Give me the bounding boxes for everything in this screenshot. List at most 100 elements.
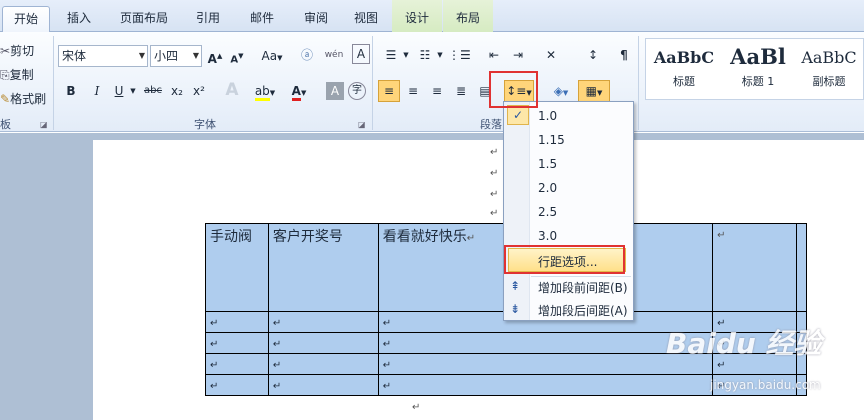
font-name-combo[interactable]: 宋体 ▼ [58, 45, 148, 67]
tab-insert[interactable]: 插入 [56, 6, 102, 32]
multilevel-list-icon[interactable]: ⋮☰ [448, 44, 471, 66]
space-before-icon: ⇞ [510, 279, 521, 293]
group-separator [53, 36, 54, 130]
table-cell[interactable]: ↵ [267, 374, 379, 396]
menu-item-spacing-1-0[interactable]: 1.0 [538, 109, 557, 123]
style-heading-1[interactable]: AaBl 标题 1 [722, 40, 794, 98]
char-shading-button[interactable]: A [326, 82, 344, 100]
style-title[interactable]: AaBbC 标题 [648, 40, 720, 98]
table-cell[interactable]: ↵ [267, 332, 379, 354]
increase-indent-icon[interactable]: ⇥ [508, 44, 528, 66]
align-left-icon[interactable]: ≡ [378, 80, 400, 102]
style-name: 标题 [673, 75, 695, 88]
chevron-down-icon[interactable]: ▼ [436, 44, 444, 66]
change-case-icon: Aa [261, 49, 278, 63]
chevron-down-icon[interactable]: ▼ [402, 44, 410, 66]
paragraph-mark: ↵ [210, 381, 219, 392]
font-size-combo[interactable]: 小四 ▼ [150, 45, 202, 67]
menu-item-spacing-2-5[interactable]: 2.5 [538, 205, 557, 219]
text-effects-icon[interactable]: A [222, 79, 242, 101]
bullets-icon[interactable]: ☰ [380, 44, 402, 66]
decrease-indent-icon[interactable]: ⇤ [484, 44, 504, 66]
chevron-down-icon[interactable]: ▼ [128, 80, 138, 102]
paragraph-mark: ↵ [490, 147, 499, 158]
sort-icon[interactable]: ↕ [582, 44, 604, 66]
italic-button[interactable]: I [88, 80, 106, 102]
table-cell[interactable]: ↵ [205, 332, 269, 354]
tab-table-design[interactable]: 设计 [392, 0, 442, 32]
highlight-box [504, 245, 625, 274]
font-color-icon: A [291, 84, 301, 101]
tab-mailings[interactable]: 邮件 [240, 6, 284, 32]
menu-item-add-space-after[interactable]: 增加段后间距(A) [538, 302, 628, 319]
menu-item-spacing-1-5[interactable]: 1.5 [538, 157, 557, 171]
shrink-font-icon: A [230, 54, 239, 66]
table-cell[interactable]: ↵ [205, 374, 269, 396]
font-color-button[interactable]: A▼ [288, 80, 310, 102]
show-marks-icon[interactable]: ¶ [616, 44, 632, 66]
space-after-icon: ⇟ [510, 302, 521, 316]
char-border-icon[interactable]: A [352, 44, 370, 64]
baidu-watermark: Baidu 经验 jingyan.baidu.com [660, 320, 864, 420]
font-size-value: 小四 [154, 49, 179, 63]
superscript-button[interactable]: x² [190, 80, 208, 102]
shrink-font-button[interactable]: A▼ [228, 45, 246, 67]
table-cell[interactable]: ↵ [205, 311, 269, 333]
tab-view[interactable]: 视图 [344, 6, 388, 32]
subscript-button[interactable]: x₂ [168, 80, 186, 102]
table-cell[interactable]: ↵ [267, 353, 379, 375]
font-group-label: 字体 [194, 118, 216, 131]
paragraph-mark: ↵ [210, 318, 219, 329]
watermark-logo: Baidu 经验 [666, 327, 822, 360]
grow-font-button[interactable]: A▲ [206, 45, 224, 67]
font-launcher-icon[interactable]: ◪ [358, 118, 366, 132]
align-center-icon[interactable]: ≡ [402, 80, 424, 102]
cell-text: 手动阀 [210, 229, 252, 245]
copy-button[interactable]: ⎘复制 [0, 66, 34, 83]
paragraph-mark: ↵ [412, 402, 421, 413]
change-case-button[interactable]: Aa▼ [258, 45, 286, 67]
menu-separator [531, 276, 631, 277]
menu-item-spacing-2-0[interactable]: 2.0 [538, 181, 557, 195]
tab-home[interactable]: 开始 [2, 6, 50, 33]
watermark-url: jingyan.baidu.com [710, 378, 821, 392]
clipboard-launcher-icon[interactable]: ◪ [40, 118, 48, 132]
table-cell[interactable]: 手动阀 [205, 223, 269, 312]
line-spacing-menu: ✓ 1.0 1.15 1.5 2.0 2.5 3.0 行距选项... ⇞ 增加段… [503, 101, 634, 321]
menu-item-spacing-3-0[interactable]: 3.0 [538, 229, 557, 243]
cell-text: 看看就好快乐 [382, 229, 467, 245]
group-separator [638, 36, 639, 130]
style-subtitle[interactable]: AaBbC 副标题 [796, 40, 862, 98]
tab-references[interactable]: 引用 [186, 6, 230, 32]
underline-button[interactable]: U [110, 80, 128, 102]
style-name: 副标题 [812, 75, 846, 88]
cut-button[interactable]: ✂剪切 [0, 42, 34, 59]
enclose-chars-button[interactable]: 字 [348, 82, 366, 100]
tab-table-layout[interactable]: 布局 [443, 0, 493, 32]
menu-item-spacing-1-15[interactable]: 1.15 [538, 133, 565, 147]
highlight-button[interactable]: ab▼ [254, 80, 276, 102]
justify-icon[interactable]: ≣ [450, 80, 472, 102]
format-painter-button[interactable]: ✎格式刷 [0, 90, 46, 107]
paragraph-group-label: 段落 [480, 118, 502, 131]
check-icon: ✓ [507, 105, 529, 125]
menu-item-add-space-before[interactable]: 增加段前间距(B) [538, 279, 628, 296]
borders-button[interactable]: ▦▼ [578, 80, 610, 102]
align-right-icon[interactable]: ≡ [426, 80, 448, 102]
numbering-icon[interactable]: ☷ [414, 44, 436, 66]
shading-button[interactable]: ◈▼ [548, 80, 574, 102]
phonetic-guide-icon[interactable]: wén [324, 44, 344, 66]
chevron-down-icon: ▼ [138, 51, 145, 60]
table-cell[interactable]: 客户开奖号 [267, 223, 379, 312]
bold-button[interactable]: B [62, 80, 80, 102]
table-cell[interactable]: ↵ [267, 311, 379, 333]
grow-font-icon: A [207, 52, 217, 66]
table-cell[interactable]: ↵ [205, 353, 269, 375]
strikethrough-button[interactable]: abc [142, 80, 164, 102]
style-preview: AaBbC [801, 48, 857, 67]
tab-review[interactable]: 审阅 [294, 6, 338, 32]
chinese-layout-icon[interactable]: ✕ [540, 44, 562, 66]
table-cell[interactable]: ↵ [712, 223, 797, 312]
clear-format-icon[interactable]: ⓐ [297, 44, 317, 66]
tab-page-layout[interactable]: 页面布局 [108, 6, 180, 32]
